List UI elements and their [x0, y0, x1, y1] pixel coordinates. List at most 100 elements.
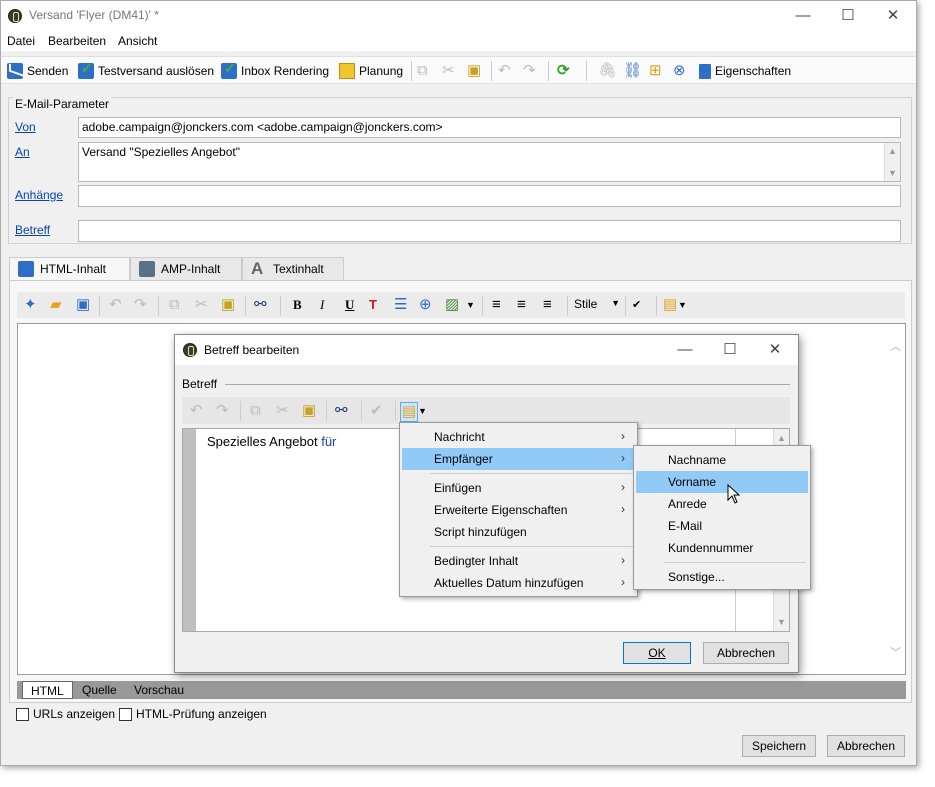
submenu-item-kundennummer[interactable]: Kundennummer	[636, 537, 808, 559]
menu-datei[interactable]: Datei	[7, 34, 35, 48]
minimize-button[interactable]: —	[789, 5, 817, 27]
editor-undo-icon[interactable]: ↶	[109, 296, 122, 314]
save-button[interactable]: Speichern	[742, 735, 816, 757]
bold-icon[interactable]: B	[293, 296, 302, 314]
close-button[interactable]: ✕	[879, 5, 907, 27]
dialog-app-icon	[183, 343, 197, 357]
dialog-close-button[interactable]: ✕	[761, 339, 789, 361]
submenu-item-nachname[interactable]: Nachname	[636, 449, 808, 471]
main-toolbar: Senden Testversand auslösen Inbox Render…	[1, 56, 916, 84]
menu-ansicht[interactable]: Ansicht	[118, 34, 157, 48]
editor-scroll-up-icon[interactable]: ︿	[890, 338, 901, 354]
subject-link[interactable]: Betreff	[15, 223, 50, 237]
test-send-button[interactable]: Testversand auslösen	[78, 60, 214, 80]
submenu-item-email[interactable]: E-Mail	[636, 515, 808, 537]
properties-button[interactable]: Eigenschaften	[699, 62, 791, 80]
underline-icon[interactable]: U	[345, 296, 354, 314]
dialog-check-icon[interactable]: ✔	[370, 402, 383, 420]
dialog-cut-icon[interactable]: ✂	[276, 402, 289, 420]
show-html-check-checkbox[interactable]: HTML-Prüfung anzeigen	[119, 707, 267, 721]
tracking-icon[interactable]: ⊗	[673, 62, 686, 80]
web-link-icon[interactable]: ⊕	[419, 296, 432, 314]
open-folder-icon[interactable]: ▰	[50, 296, 62, 314]
menu-item-aktuelles-datum[interactable]: Aktuelles Datum hinzufügen ›	[402, 572, 635, 594]
gift-icon[interactable]: ⊞	[649, 62, 662, 80]
tab-source-mode[interactable]: Quelle	[74, 681, 125, 699]
submenu-item-sonstige[interactable]: Sonstige...	[636, 566, 808, 588]
submenu-arrow-icon: ›	[621, 429, 625, 443]
tab-text-content[interactable]: A Textinhalt	[242, 257, 344, 281]
menu-item-script-hinzufuegen[interactable]: Script hinzufügen	[402, 521, 635, 543]
tab-amp-content[interactable]: AMP-Inhalt	[130, 257, 242, 281]
editor-copy-icon[interactable]: ⧉	[169, 296, 180, 314]
editor-scroll-down-icon[interactable]: ﹀	[890, 644, 901, 660]
personalization-dropdown-icon[interactable]: ▼	[678, 296, 687, 314]
cancel-button[interactable]: Abbrechen	[827, 735, 905, 757]
dialog-copy-icon[interactable]: ⧉	[250, 402, 261, 420]
subject-field[interactable]	[78, 220, 901, 242]
dialog-toolbar: ↶ ↷ ⧉ ✂ ▣ ⚯ ✔ ▤ ▼	[182, 397, 790, 424]
editor-cut-icon[interactable]: ✂	[195, 296, 208, 314]
menu-item-empfaenger[interactable]: Empfänger ›	[402, 448, 635, 470]
dialog-find-icon[interactable]: ⚯	[335, 402, 348, 420]
to-field[interactable]: Versand "Spezielles Angebot" ▲ ▼	[78, 142, 901, 182]
dialog-group-label: Betreff	[182, 377, 218, 391]
menu-item-erweiterte-eigenschaften[interactable]: Erweiterte Eigenschaften ›	[402, 499, 635, 521]
image-icon[interactable]: ▨	[445, 296, 459, 314]
dialog-personalization-icon[interactable]: ▤	[400, 402, 419, 422]
attachments-field[interactable]	[78, 185, 901, 207]
attachments-link[interactable]: Anhänge	[15, 188, 63, 202]
dialog-maximize-button[interactable]: ☐	[716, 339, 744, 361]
undo-icon[interactable]: ↶	[498, 62, 511, 80]
cut-icon[interactable]: ✂	[442, 62, 455, 80]
dialog-paste-icon[interactable]: ▣	[302, 402, 316, 420]
align-center-icon[interactable]: ≡	[517, 296, 526, 314]
text-content-icon: A	[251, 259, 264, 278]
refresh-icon[interactable]: ⟳	[557, 62, 570, 80]
menu-item-einfuegen[interactable]: Einfügen ›	[402, 477, 635, 499]
new-document-icon[interactable]: ✦	[24, 296, 37, 314]
dialog-personalization-dropdown-icon[interactable]: ▼	[418, 402, 427, 420]
menu-item-bedingter-inhalt[interactable]: Bedingter Inhalt ›	[402, 550, 635, 572]
show-urls-checkbox[interactable]: URLs anzeigen	[16, 707, 115, 721]
paste-icon[interactable]: ▣	[467, 62, 481, 80]
from-link[interactable]: Von	[15, 120, 36, 134]
inbox-rendering-button[interactable]: Inbox Rendering	[221, 60, 329, 80]
submenu-item-anrede[interactable]: Anrede	[636, 493, 808, 515]
save-icon[interactable]: ▣	[76, 296, 90, 314]
dialog-redo-icon[interactable]: ↷	[216, 402, 229, 420]
tab-preview-mode[interactable]: Vorschau	[126, 681, 192, 699]
from-field[interactable]: adobe.campaign@jonckers.com <adobe.campa…	[78, 117, 901, 138]
attachment-icon[interactable]: 🖇	[598, 62, 617, 80]
tab-html-mode[interactable]: HTML	[22, 681, 73, 699]
spellcheck-icon[interactable]: ✔	[632, 296, 641, 314]
menu-bearbeiten[interactable]: Bearbeiten	[48, 34, 106, 48]
style-dropdown-icon: ▼	[611, 298, 620, 308]
find-binoculars-icon[interactable]: ⚯	[254, 296, 267, 314]
align-left-icon[interactable]: ≡	[492, 296, 501, 314]
to-value: Versand "Spezielles Angebot"	[82, 145, 240, 159]
personalization-icon[interactable]: ▤	[663, 296, 677, 314]
send-button[interactable]: Senden	[7, 62, 68, 80]
planning-button[interactable]: Planung	[339, 62, 403, 80]
maximize-button[interactable]: ☐	[834, 5, 862, 27]
list-icon[interactable]: ☰	[394, 296, 407, 314]
submenu-item-vorname[interactable]: Vorname	[636, 471, 808, 493]
style-select[interactable]: Stile ▼	[572, 295, 620, 314]
dialog-ok-button[interactable]: OK	[623, 642, 691, 664]
image-dropdown-icon[interactable]: ▼	[466, 296, 475, 314]
to-link[interactable]: An	[15, 145, 30, 159]
align-right-icon[interactable]: ≡	[543, 296, 552, 314]
dialog-cancel-button[interactable]: Abbrechen	[703, 642, 789, 664]
dialog-undo-icon[interactable]: ↶	[190, 402, 203, 420]
redo-icon[interactable]: ↷	[523, 62, 536, 80]
editor-redo-icon[interactable]: ↷	[134, 296, 147, 314]
to-scrollbar[interactable]: ▲ ▼	[884, 143, 900, 181]
link-icon[interactable]: ⛓	[623, 62, 642, 80]
dialog-minimize-button[interactable]: —	[671, 339, 699, 361]
editor-paste-icon[interactable]: ▣	[221, 296, 235, 314]
italic-icon[interactable]: I	[320, 296, 324, 314]
text-color-icon[interactable]: T	[369, 296, 377, 314]
menu-item-nachricht[interactable]: Nachricht ›	[402, 426, 635, 448]
copy-icon[interactable]: ⧉	[417, 62, 428, 80]
